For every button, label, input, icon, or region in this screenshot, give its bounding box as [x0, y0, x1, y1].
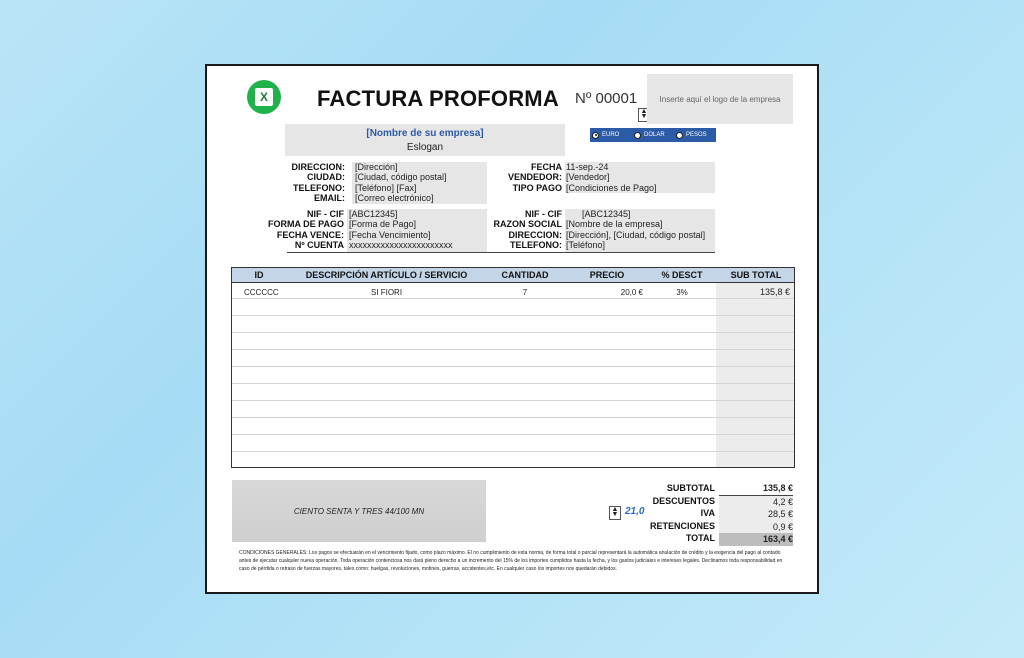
company-info-labels: DIRECCION: CIUDAD: TELEFONO: EMAIL: [291, 162, 346, 204]
client-phone-field[interactable]: [Teléfono] [566, 240, 715, 250]
excel-logo-icon: X [247, 80, 281, 114]
company-name[interactable]: [Nombre de su empresa] [285, 128, 565, 139]
table-header: ID DESCRIPCIÓN ARTÍCULO / SERVICIO CANTI… [232, 268, 794, 283]
client-address-field[interactable]: [Dirección], [Ciudad, código postal] [566, 230, 715, 240]
payment-info-values: [ABC12345] [Forma de Pago] [Fecha Vencim… [347, 209, 487, 252]
totals-labels: SUBTOTAL DESCUENTOS IVA RETENCIONES TOTA… [649, 483, 715, 543]
company-info-values: [Dirección] [Ciudad, código postal] [Tel… [352, 162, 487, 204]
radio-icon [676, 131, 683, 139]
iva-value: 28,5 € [719, 508, 793, 521]
payment-info-labels: NIF - CIF FORMA DE PAGO FECHA VENCE: Nº … [268, 209, 344, 251]
currency-option-euro[interactable]: EURO [590, 128, 632, 142]
retentions-value: 0,9 € [719, 520, 793, 533]
radio-icon [634, 131, 641, 139]
company-phone-field[interactable]: [Teléfono] [Fax] [355, 183, 487, 193]
client-info-values: [ABC12345] [Nombre de la empresa] [Direc… [565, 209, 715, 252]
company-box: [Nombre de su empresa] Eslogan [285, 124, 565, 156]
client-nif-field[interactable]: [ABC12345] [566, 209, 715, 219]
currency-option-dolar[interactable]: DOLAR [632, 128, 674, 142]
row-divider [232, 315, 794, 316]
company-slogan[interactable]: Eslogan [285, 142, 565, 153]
row-divider [232, 349, 794, 350]
client-info-labels: NIF - CIF RAZON SOCIAL DIRECCION: TELEFO… [493, 209, 563, 251]
items-table: ID DESCRIPCIÓN ARTÍCULO / SERVICIO CANTI… [231, 267, 795, 468]
radio-selected-icon [592, 131, 599, 139]
seller-field[interactable]: [Vendedor] [566, 172, 715, 182]
currency-option-pesos[interactable]: PESOS [674, 128, 716, 142]
discount-value: 4,2 € [719, 495, 793, 508]
row-divider [232, 383, 794, 384]
general-conditions: CONDICIONES GENERALES: Los pagos se efec… [239, 550, 783, 572]
totals-values: 135,8 € 4,2 € 28,5 € 0,9 € 163,4 € [719, 482, 793, 546]
divider [287, 252, 487, 253]
row-divider [232, 366, 794, 367]
account-number-field[interactable]: xxxxxxxxxxxxxxxxxxxxxxx [349, 240, 487, 250]
nif-field[interactable]: [ABC12345] [349, 209, 487, 219]
total-value: 163,4 € [719, 533, 793, 546]
company-address-field[interactable]: [Dirección] [355, 162, 487, 172]
row-divider [232, 298, 794, 299]
row-divider [232, 451, 794, 452]
invoice-date-field[interactable]: 11-sep.-24 [566, 162, 715, 172]
row-divider [232, 434, 794, 435]
invoice-meta-labels: FECHA VENDEDOR: TIPO PAGO [507, 162, 562, 193]
row-divider [232, 332, 794, 333]
payment-type-field[interactable]: [Condiciones de Pago] [566, 183, 715, 193]
payment-method-field[interactable]: [Forma de Pago] [349, 219, 487, 229]
invoice-meta-values: 11-sep.-24 [Vendedor] [Condiciones de Pa… [565, 162, 715, 193]
company-city-field[interactable]: [Ciudad, código postal] [355, 172, 487, 182]
row-divider [232, 400, 794, 401]
divider [487, 252, 715, 253]
subtotal-column [716, 283, 794, 467]
invoice-sheet: X FACTURA PROFORMA Nº 00001 ▲ ▼ Inserte a… [205, 64, 819, 594]
logo-placeholder[interactable]: Inserte aquí el logo de la empresa [647, 74, 793, 124]
row-divider [232, 417, 794, 418]
subtotal-value: 135,8 € [719, 482, 793, 496]
invoice-number: Nº 00001 [575, 90, 638, 107]
company-email-field[interactable]: [Correo electrónico] [355, 193, 487, 203]
client-name-field[interactable]: [Nombre de la empresa] [566, 219, 715, 229]
amount-in-words: CIENTO SENTA Y TRES 44/100 MN [232, 480, 486, 542]
page-title: FACTURA PROFORMA [317, 86, 559, 111]
due-date-field[interactable]: [Fecha Vencimiento] [349, 230, 487, 240]
